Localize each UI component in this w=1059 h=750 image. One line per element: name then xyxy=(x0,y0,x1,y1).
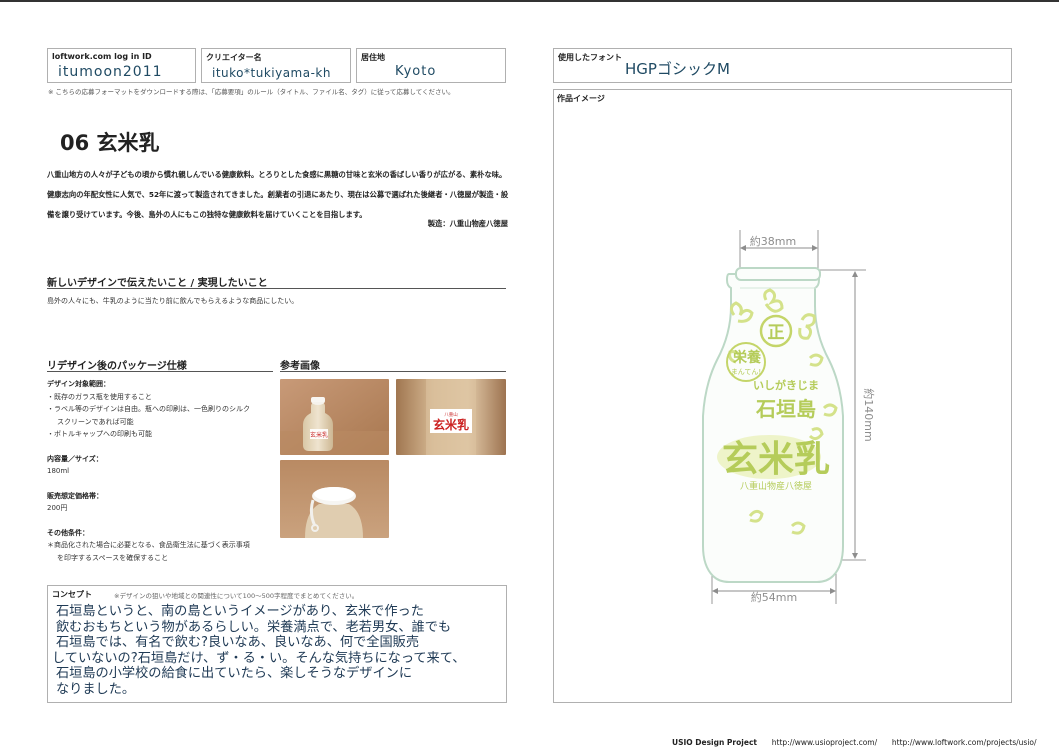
page-title: 06 玄米乳 xyxy=(60,131,160,155)
volume-value: 180ml xyxy=(47,467,70,475)
other-heading: その他条件： xyxy=(47,528,89,537)
residence-box: 居住地 Kyoto xyxy=(356,48,506,83)
residence-label: 居住地 xyxy=(361,53,385,62)
artwork-maker: 八重山物産八徳屋 xyxy=(740,480,812,492)
seal-text: 正 xyxy=(768,323,785,343)
wish-rule xyxy=(47,288,506,289)
font-value: HGPゴシックM xyxy=(625,60,730,78)
other-item: ＊商品化された場合に必要となる、食品衛生法に基づく表示事項 xyxy=(47,541,250,549)
dimension-top: 約38mm xyxy=(750,234,796,248)
footer-url-loftwork[interactable]: http://www.loftwork.com/projects/usio/ xyxy=(892,738,1037,747)
bottle-photo-image: 玄米乳 xyxy=(280,379,389,455)
reference-heading: 参考画像 xyxy=(280,361,320,372)
reference-rule xyxy=(280,371,506,372)
creator-value: ituko*tukiyama-kh xyxy=(212,66,331,80)
concept-label: コンセプト xyxy=(52,590,92,599)
font-label: 使用したフォント xyxy=(558,53,622,62)
badge-text: 栄養 xyxy=(732,349,761,366)
footer-project: USIO Design Project xyxy=(672,738,757,747)
format-note: ※ こちらの応募フォーマットをダウンロードする際は、「応募要項」のルール（タイト… xyxy=(48,88,455,96)
artwork-box: 作品イメージ 約38mm 約140mm 約54mm 正 栄養 まんてん! いしが… xyxy=(553,89,1012,703)
concept-line: 石垣島というと、南の島というイメージがあり、玄米で作った xyxy=(56,604,424,619)
label-photo-image: 八重山 玄米乳 xyxy=(396,379,506,455)
concept-text: 石垣島というと、南の島というイメージがあり、玄米で作った 飲むおもちという物があ… xyxy=(52,604,504,698)
badge-subtext: まんてん! xyxy=(731,368,761,376)
residence-value: Kyoto xyxy=(395,64,437,79)
scope-item: ・ボトルキャップへの印刷も可能 xyxy=(47,430,152,438)
concept-box: コンセプト ※デザインの狙いや地域との関連性について100〜500字程度でまとめ… xyxy=(47,585,507,703)
photo-small-label: 八重山 xyxy=(444,411,458,418)
photo-label: 玄米乳 xyxy=(433,417,469,432)
product-name: 玄米乳 xyxy=(722,439,830,480)
footer: USIO Design Project http://www.usioproje… xyxy=(672,738,1037,747)
reference-photo-cap xyxy=(280,460,389,538)
scope-item: ・ラベル等のデザインは自由。瓶への印刷は、一色刷りのシルク xyxy=(47,405,250,413)
dimension-bottom: 約54mm xyxy=(751,590,797,604)
concept-line: 石垣島では、有名で飲む?良いなあ、良いなあ、何で全国販売 xyxy=(56,635,420,651)
wish-text: 島外の人々にも、牛乳のように当たり前に飲んでもらえるような商品にしたい。 xyxy=(47,297,299,305)
maker-credit: 製造：八重山物産八徳屋 xyxy=(427,219,508,228)
font-box: 使用したフォント HGPゴシックM xyxy=(553,48,1012,83)
bottle-artwork: 約38mm 約140mm 約54mm 正 栄養 まんてん! いしがきじま 石垣島… xyxy=(702,230,876,604)
photo-label: 玄米乳 xyxy=(310,431,328,439)
concept-instruction: ※デザインの狙いや地域との関連性について100〜500字程度でまとめてください。 xyxy=(114,592,359,600)
product-description: 八重山地方の人々が子どもの頃から慣れ親しんでいる健康飲料。とろりとした食感に黒糖… xyxy=(47,170,509,219)
cap-photo-image xyxy=(280,460,389,538)
login-id-label: loftwork.com log in ID xyxy=(52,52,152,61)
spec-heading: リデザイン後のパッケージ仕様 xyxy=(47,361,187,372)
reference-photo-bottle: 玄米乳 xyxy=(280,379,389,455)
creator-box: クリエイター名 ituko*tukiyama-kh xyxy=(201,48,351,83)
login-id-value: itumoon2011 xyxy=(58,64,163,80)
creator-label: クリエイター名 xyxy=(206,53,262,62)
concept-line: なりました。 xyxy=(56,681,136,697)
concept-line: していないの?石垣島だけ、ず・る・い。そんな気持ちになって来て、 xyxy=(52,650,466,666)
price-heading: 販売想定価格帯： xyxy=(47,491,103,500)
footer-url-usio[interactable]: http://www.usioproject.com/ xyxy=(772,738,877,747)
price-value: 200円 xyxy=(47,504,68,512)
wish-heading: 新しいデザインで伝えたいこと / 実現したいこと xyxy=(47,278,268,289)
spec-rule xyxy=(47,371,273,372)
scope-item: スクリーンであれば可能 xyxy=(57,417,134,426)
login-id-box: loftwork.com log in ID itumoon2011 xyxy=(47,48,196,83)
island-reading: いしがきじま xyxy=(753,378,819,392)
scope-heading: デザイン対象範囲： xyxy=(47,380,110,388)
volume-heading: 内容量／サイズ： xyxy=(47,454,103,463)
concept-line: 飲むおもちという物があるらしい。栄養満点で、老若男女、誰でも xyxy=(56,619,452,635)
other-item: を印字するスペースを確保すること xyxy=(57,553,169,562)
reference-photo-label: 八重山 玄米乳 xyxy=(396,379,506,455)
top-rule xyxy=(0,0,1059,2)
concept-line: 石垣島の小学校の給食に出ていたら、楽しそうなデザインに xyxy=(56,666,413,682)
island-name: 石垣島 xyxy=(755,397,816,421)
scope-item: ・既存のガラス瓶を使用すること xyxy=(47,392,152,401)
dimension-right: 約140mm xyxy=(862,388,876,441)
spec-list: デザイン対象範囲： ・既存のガラス瓶を使用すること ・ラベル等のデザインは自由。… xyxy=(47,378,275,564)
